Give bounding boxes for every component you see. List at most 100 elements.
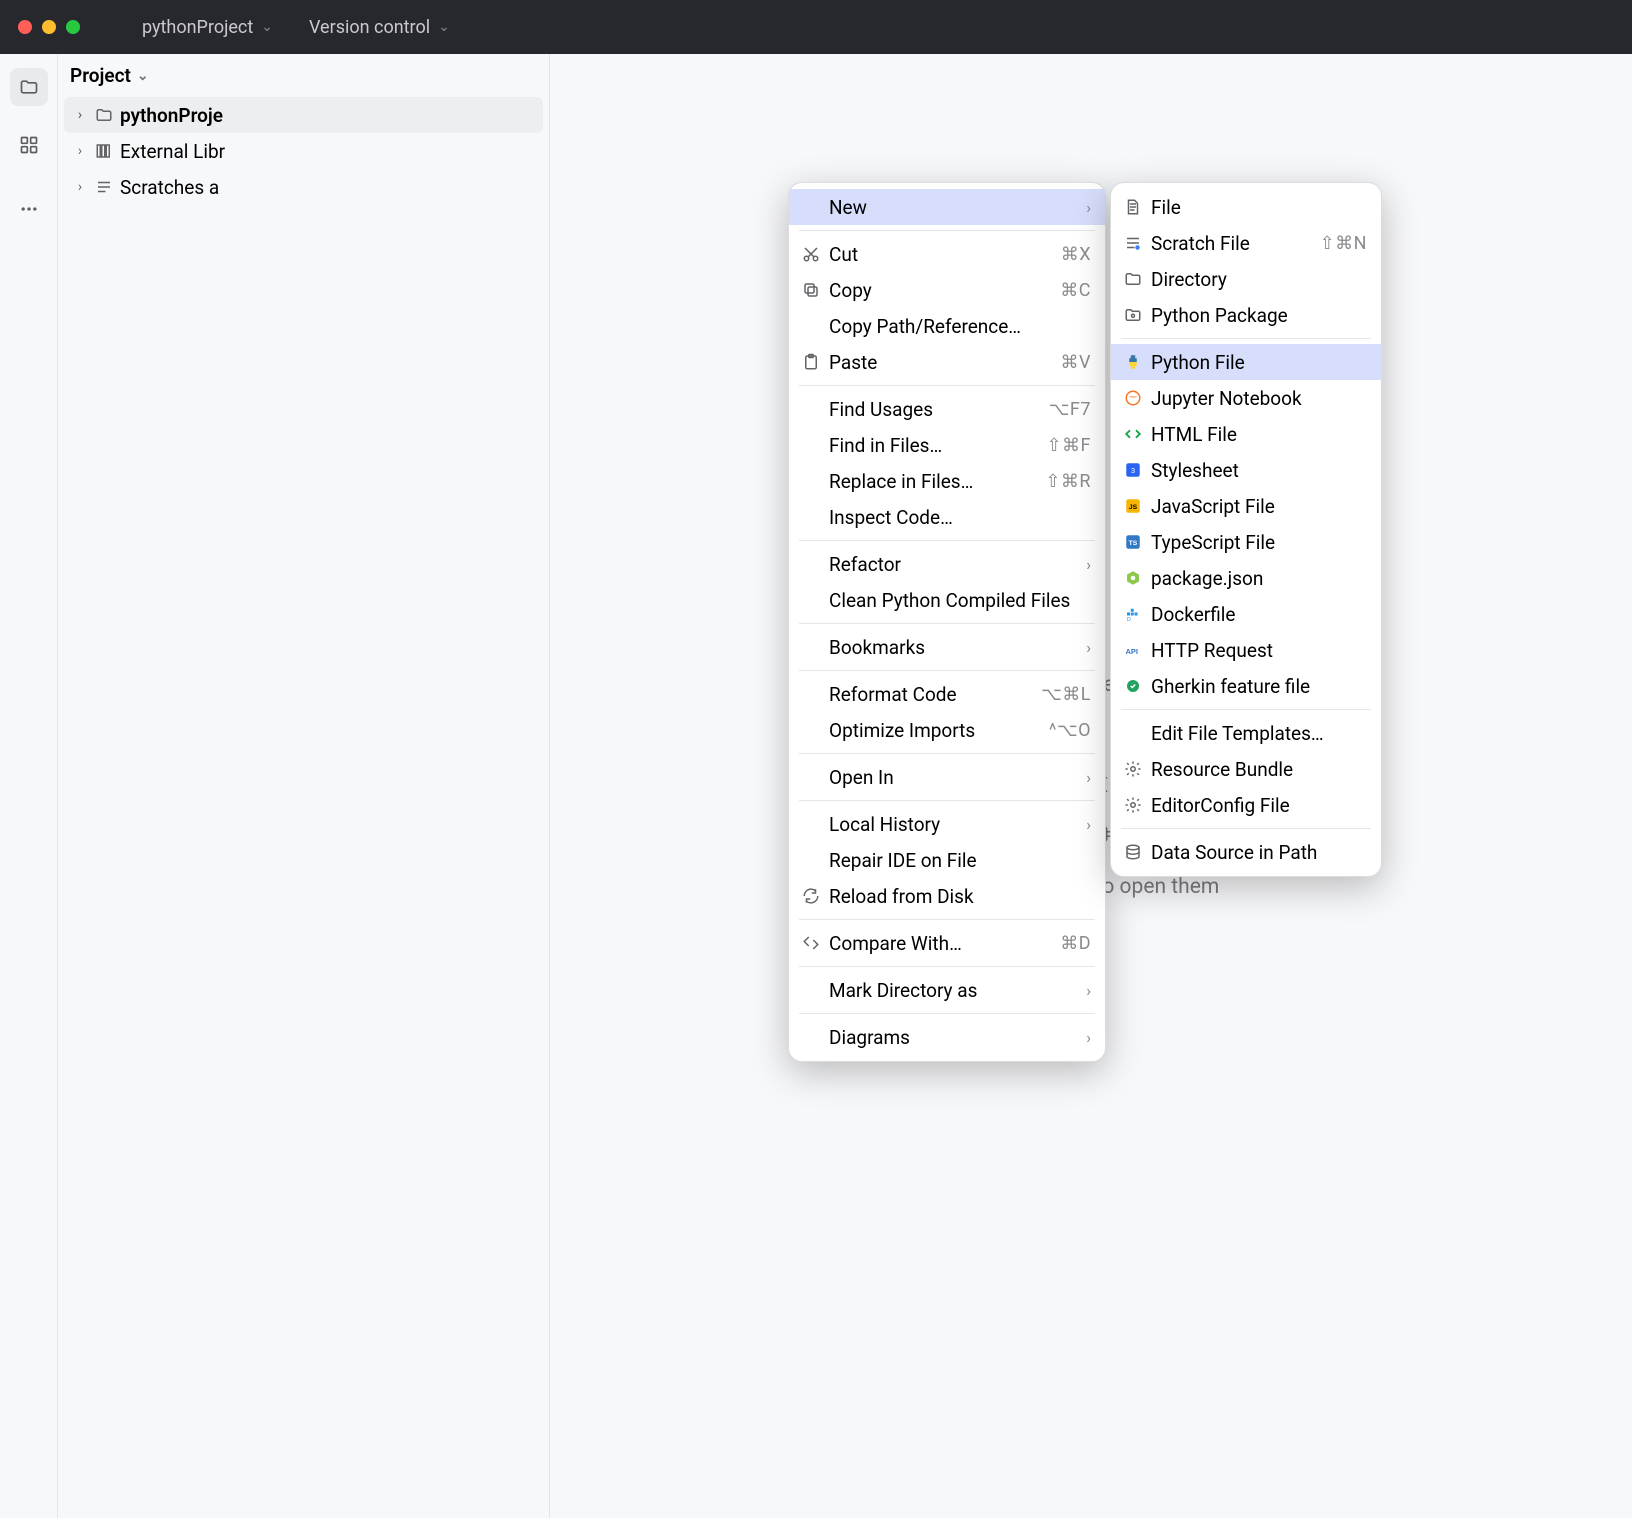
svg-text:JS: JS <box>1129 504 1138 511</box>
menu-item[interactable]: New› <box>789 189 1105 225</box>
more-tool-button[interactable] <box>10 190 48 228</box>
menu-item[interactable]: Jupyter Notebook <box>1111 380 1381 416</box>
menu-item[interactable]: Gherkin feature file <box>1111 668 1381 704</box>
menu-item-label: Edit File Templates… <box>1151 722 1367 745</box>
menu-item-shortcut: ^⌥O <box>1049 720 1091 741</box>
menu-separator <box>799 753 1095 754</box>
menu-item[interactable]: Replace in Files…⇧⌘R <box>789 463 1105 499</box>
project-tool-button[interactable] <box>10 68 48 106</box>
menu-item[interactable]: Edit File Templates… <box>1111 715 1381 751</box>
menu-separator <box>1121 828 1371 829</box>
menu-separator <box>799 670 1095 671</box>
menu-separator <box>799 1013 1095 1014</box>
menu-item-label: Data Source in Path <box>1151 841 1367 864</box>
menu-item[interactable]: Resource Bundle <box>1111 751 1381 787</box>
menu-item[interactable]: Local History› <box>789 806 1105 842</box>
menu-item[interactable]: Refactor› <box>789 546 1105 582</box>
menu-item[interactable]: Reformat Code⌥⌘L <box>789 676 1105 712</box>
menu-item[interactable]: Copy⌘C <box>789 272 1105 308</box>
menu-item[interactable]: Repair IDE on File <box>789 842 1105 878</box>
menu-item-label: Resource Bundle <box>1151 758 1367 781</box>
menu-item[interactable]: 3Stylesheet <box>1111 452 1381 488</box>
python-icon <box>1121 353 1145 371</box>
menu-item-label: Reload from Disk <box>829 885 1091 908</box>
menu-item[interactable]: Clean Python Compiled Files <box>789 582 1105 618</box>
project-switcher[interactable]: pythonProject ⌄ <box>128 11 287 44</box>
menu-item-label: TypeScript File <box>1151 531 1367 554</box>
menu-item[interactable]: JSJavaScript File <box>1111 488 1381 524</box>
libraries-icon <box>94 141 114 161</box>
project-switcher-label: pythonProject <box>142 17 253 38</box>
menu-item-label: Local History <box>829 813 1086 836</box>
docker-icon: D <box>1121 605 1145 623</box>
chevron-right-icon: › <box>1086 1028 1091 1047</box>
tree-item-label: External Libr <box>120 140 225 163</box>
menu-item[interactable]: Copy Path/Reference… <box>789 308 1105 344</box>
project-panel-header[interactable]: Project ⌄ <box>58 54 549 97</box>
window-zoom-button[interactable] <box>66 20 80 34</box>
menu-separator <box>799 540 1095 541</box>
window-minimize-button[interactable] <box>42 20 56 34</box>
file-icon <box>1121 198 1145 216</box>
menu-item[interactable]: D Dockerfile <box>1111 596 1381 632</box>
menu-item[interactable]: package.json <box>1111 560 1381 596</box>
menu-item-label: Scratch File <box>1151 232 1320 255</box>
menu-item-label: Cut <box>829 243 1061 266</box>
menu-item[interactable]: Data Source in Path <box>1111 834 1381 870</box>
menu-item[interactable]: Diagrams› <box>789 1019 1105 1055</box>
menu-separator <box>799 230 1095 231</box>
menu-item[interactable]: Find in Files…⇧⌘F <box>789 427 1105 463</box>
menu-item[interactable]: Scratch File⇧⌘N <box>1111 225 1381 261</box>
menu-separator <box>799 919 1095 920</box>
menu-item-label: Directory <box>1151 268 1367 291</box>
chevron-right-icon: › <box>1086 815 1091 834</box>
chevron-right-icon: › <box>72 179 88 195</box>
menu-item-shortcut: ⌘C <box>1060 280 1091 301</box>
chevron-right-icon: › <box>1086 198 1091 217</box>
menu-item[interactable]: Directory <box>1111 261 1381 297</box>
menu-item[interactable]: Compare With…⌘D <box>789 925 1105 961</box>
paste-icon <box>799 353 823 371</box>
menu-item[interactable]: EditorConfig File <box>1111 787 1381 823</box>
menu-item-label: Gherkin feature file <box>1151 675 1367 698</box>
http-icon: API <box>1121 641 1145 659</box>
vcs-switcher[interactable]: Version control ⌄ <box>295 11 464 44</box>
menu-item[interactable]: Bookmarks› <box>789 629 1105 665</box>
menu-item[interactable]: HTML File <box>1111 416 1381 452</box>
menu-separator <box>799 800 1095 801</box>
menu-item-label: Mark Directory as <box>829 979 1086 1002</box>
chevron-down-icon: ⌄ <box>137 68 149 84</box>
tree-item[interactable]: ›Scratches a <box>64 169 543 205</box>
menu-item[interactable]: Paste⌘V <box>789 344 1105 380</box>
menu-item-shortcut: ⌘X <box>1061 244 1091 265</box>
menu-item[interactable]: TSTypeScript File <box>1111 524 1381 560</box>
menu-item[interactable]: Reload from Disk <box>789 878 1105 914</box>
menu-item[interactable]: Find Usages⌥F7 <box>789 391 1105 427</box>
menu-item[interactable]: Python Package <box>1111 297 1381 333</box>
project-tree: ›pythonProje›External Libr›Scratches a <box>58 97 549 205</box>
menu-item[interactable]: APIHTTP Request <box>1111 632 1381 668</box>
menu-item[interactable]: Mark Directory as› <box>789 972 1105 1008</box>
menu-item-shortcut: ⌥⌘L <box>1041 684 1091 705</box>
menu-item[interactable]: Optimize Imports^⌥O <box>789 712 1105 748</box>
menu-item[interactable]: Python File <box>1111 344 1381 380</box>
structure-tool-button[interactable] <box>10 126 48 164</box>
window-close-button[interactable] <box>18 20 32 34</box>
menu-item[interactable]: Inspect Code… <box>789 499 1105 535</box>
jupyter-icon <box>1121 389 1145 407</box>
vcs-switcher-label: Version control <box>309 17 430 38</box>
menu-item[interactable]: Open In› <box>789 759 1105 795</box>
tree-item[interactable]: ›External Libr <box>64 133 543 169</box>
menu-item-label: Repair IDE on File <box>829 849 1091 872</box>
menu-item-label: Copy <box>829 279 1060 302</box>
menu-item-label: Find Usages <box>829 398 1049 421</box>
tree-item[interactable]: ›pythonProje <box>64 97 543 133</box>
menu-item-label: Dockerfile <box>1151 603 1367 626</box>
menu-item[interactable]: Cut⌘X <box>789 236 1105 272</box>
menu-item[interactable]: File <box>1111 189 1381 225</box>
menu-separator <box>1121 338 1371 339</box>
menu-item-label: Reformat Code <box>829 683 1041 706</box>
gear-icon <box>1121 760 1145 778</box>
chevron-right-icon: › <box>1086 638 1091 657</box>
npm-icon <box>1121 569 1145 587</box>
